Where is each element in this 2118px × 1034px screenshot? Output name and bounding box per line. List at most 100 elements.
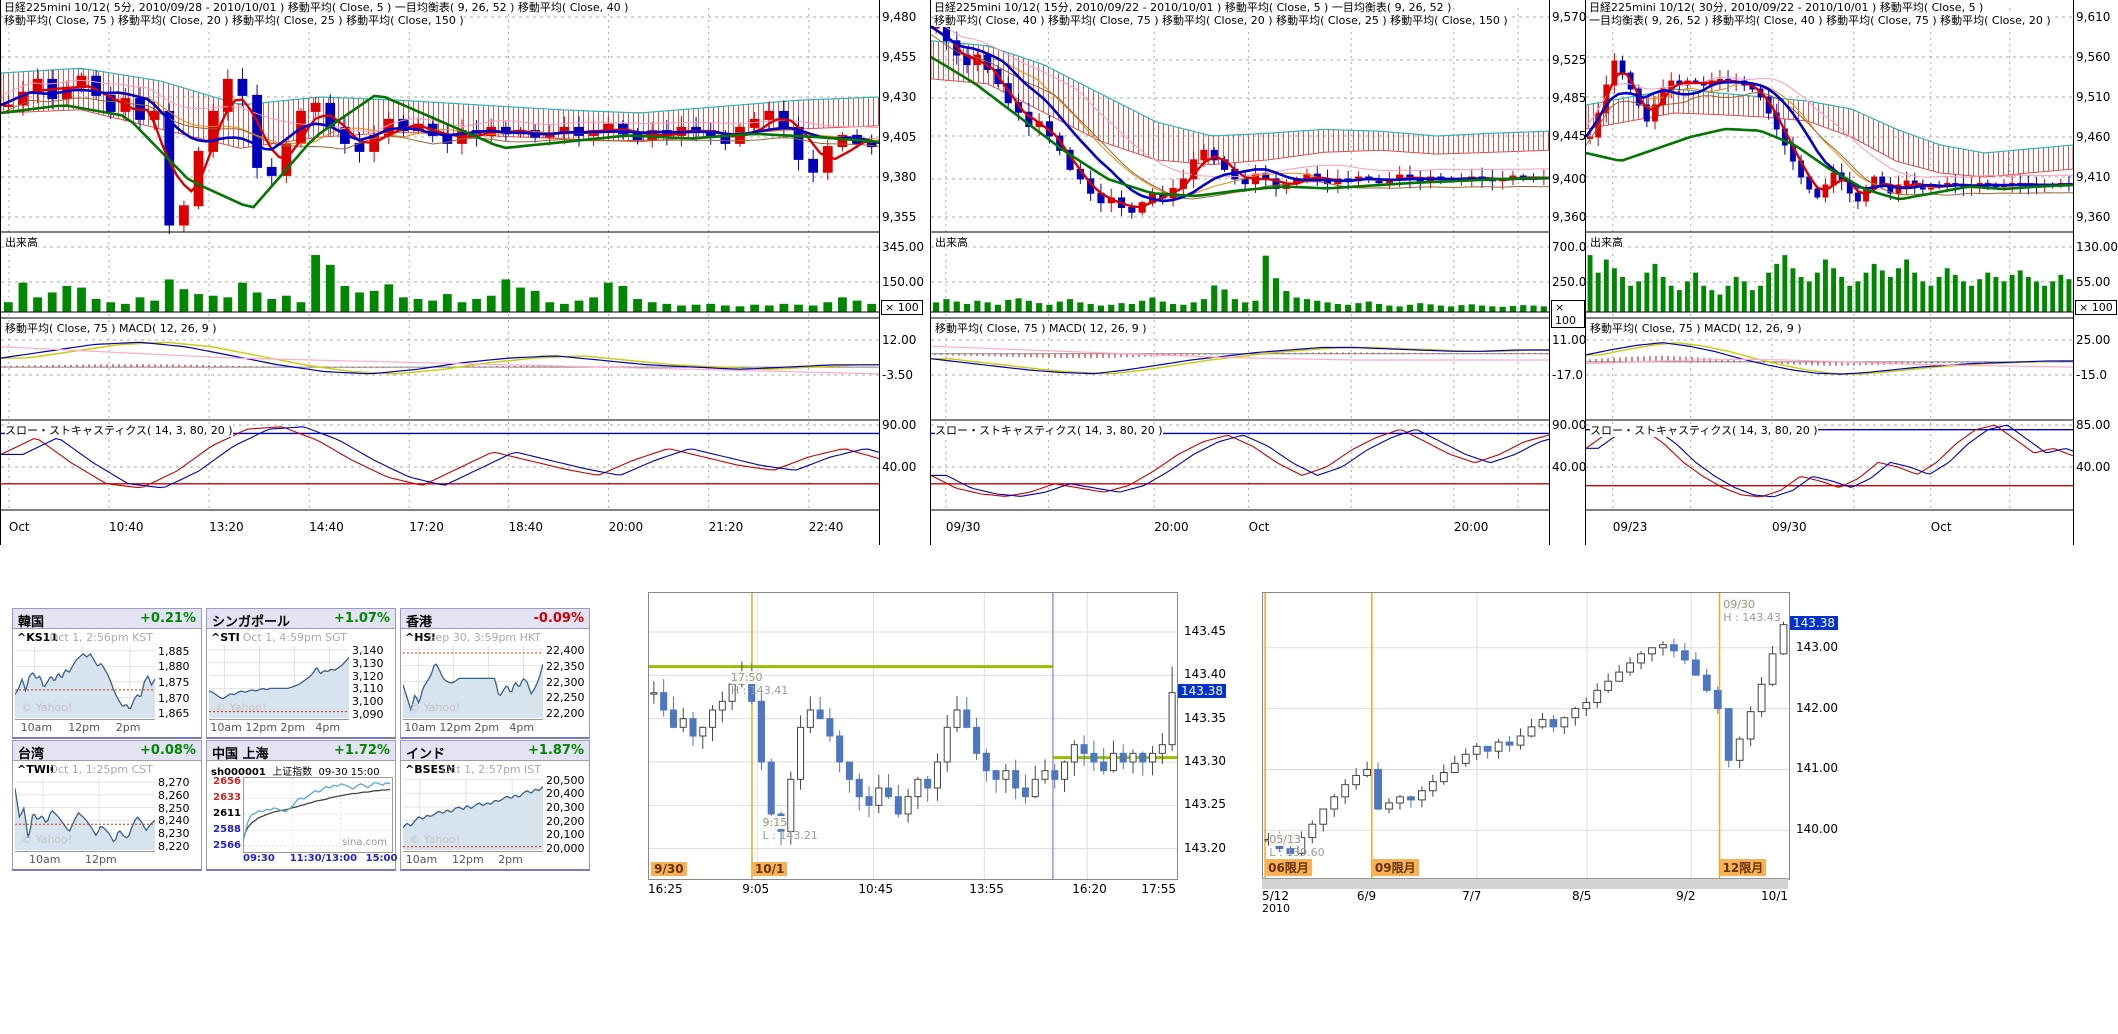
tech-panel-30min[interactable]: 日経225mini 10/12( 30分, 2010/09/22 - 2010/… xyxy=(1585,0,2118,545)
nikkei-5min-chart[interactable] xyxy=(1,0,879,545)
market-widget-india[interactable]: インド +1.87% ^BSESN Oct 1, 2:57pm IST 20,5… xyxy=(400,740,590,871)
volume-tick: 150.00 xyxy=(882,275,924,289)
time-label: 20:00 xyxy=(1154,520,1189,534)
macd-panel-title: 移動平均( Close, 75 ) MACD( 12, 26, 9 ) xyxy=(5,320,217,336)
yahoo-watermark: © Yahoo! xyxy=(21,701,72,714)
x-tick: 2pm xyxy=(498,853,523,866)
chart-indicators: 移動平均( Close, 75 ) 移動平均( Close, 20 ) 移動平均… xyxy=(4,14,464,27)
x-axis-labels: 10am12pm2pm xyxy=(403,851,543,868)
y-tick: 1,885 xyxy=(158,645,190,658)
x-tick: 4pm xyxy=(509,721,534,734)
y-tick: 22,200 xyxy=(546,707,585,720)
y-tick: 1,870 xyxy=(158,692,190,705)
time-label: 13:55 xyxy=(969,882,1004,896)
time-label: Oct xyxy=(1249,520,1270,534)
stoch-panel-title: スロー・ストキャスティクス( 14, 3, 80, 20 ) xyxy=(5,422,233,438)
market-widget-hongkong[interactable]: 香港 -0.09% ^HSI Sep 30, 3:59pm HKT 22,400… xyxy=(400,608,590,739)
ticker-symbol: ^STI xyxy=(211,631,240,644)
time-axis: 16:259:0510:4513:5516:2017:55 xyxy=(648,882,1176,900)
session-box: 06限月 xyxy=(1265,859,1312,876)
volume-multiplier-badge: × 100 xyxy=(881,300,923,315)
yahoo-watermark: © Yahoo! xyxy=(409,701,460,714)
time-label: 09/30 xyxy=(946,520,981,534)
market-widget-korea[interactable]: 韓国 +0.21% ^KS11 Oct 1, 2:56pm KST 1,8851… xyxy=(12,608,202,739)
y-tick: 3,110 xyxy=(352,682,384,695)
yahoo-watermark: © Yahoo! xyxy=(409,833,460,846)
y-tick: 20,200 xyxy=(546,815,585,828)
time-label: 9/2 xyxy=(1676,889,1695,903)
price-tick: 143.00 xyxy=(1796,640,1838,654)
stoch-tick: 40.00 xyxy=(1552,460,1586,474)
tech-panel-5min[interactable]: 日経225mini 10/12( 5分, 2010/09/28 - 2010/1… xyxy=(0,0,930,545)
time-label: 5/12 xyxy=(1262,889,1289,903)
widget-header: 香港 -0.09% xyxy=(401,609,589,629)
time-label: 18:40 xyxy=(508,520,543,534)
price-tick: 9,405 xyxy=(882,130,916,144)
market-widget-shanghai[interactable]: 中国 上海 +1.72% sh000001 上证指数 09-30 15:00 2… xyxy=(206,740,396,871)
quote-time: Oct 1, 1:25pm CST xyxy=(49,763,153,776)
y-tick: 20,300 xyxy=(546,801,585,814)
daily-candles[interactable] xyxy=(1263,593,1789,879)
macd-tick: 12.00 xyxy=(882,333,916,347)
nikkei-30min-chart[interactable] xyxy=(1586,0,2073,545)
change-percent: +1.72% xyxy=(334,743,390,758)
price-tick: 142.00 xyxy=(1796,701,1838,715)
macd-tick: 11.00 xyxy=(1552,333,1586,347)
price-tick: 143.35 xyxy=(1184,711,1226,725)
widget-header: インド +1.87% xyxy=(401,741,589,761)
futures-intraday-chart[interactable]: 17:50H : 143.419:15L : 143.219/3010/1 14… xyxy=(642,590,1187,910)
y-axis-labels: 8,2708,2608,2508,2408,2308,220 xyxy=(156,774,201,854)
y-tick: 2588 xyxy=(213,824,241,835)
macd-tick: -15.0 xyxy=(2076,368,2107,382)
volume-tick: 700.0 xyxy=(1552,240,1586,254)
nikkei-15min-chart[interactable] xyxy=(931,0,1549,545)
price-tick: 143.30 xyxy=(1184,754,1226,768)
time-label: Oct xyxy=(1931,520,1952,534)
widget-header: シンガポール +1.07% xyxy=(207,609,395,629)
time-label: Oct xyxy=(9,520,30,534)
tech-panel-15min[interactable]: 日経225mini 10/12( 15分, 2010/09/22 - 2010/… xyxy=(930,0,1585,545)
y-tick: 22,400 xyxy=(546,644,585,657)
session-box: 09限月 xyxy=(1372,859,1419,876)
time-label: 7/7 xyxy=(1462,889,1481,903)
y-axis-labels: 20,50020,40020,30020,20020,10020,000 xyxy=(544,774,589,854)
price-tick: 143.45 xyxy=(1184,624,1226,638)
change-percent: -0.09% xyxy=(534,611,585,626)
intraday-candles[interactable] xyxy=(649,593,1177,879)
x-tick: 2pm xyxy=(280,721,305,734)
x-tick: 12pm xyxy=(68,721,100,734)
yahoo-watermark: © Yahoo! xyxy=(21,833,72,846)
time-label: 20:00 xyxy=(1454,520,1489,534)
x-tick: 09:30 xyxy=(243,853,275,864)
x-tick: 4pm xyxy=(315,721,340,734)
y-tick: 8,250 xyxy=(158,802,190,815)
market-widget-singapore[interactable]: シンガポール +1.07% ^STI Oct 1, 4:59pm SGT 3,1… xyxy=(206,608,396,739)
last-price-badge: 143.38 xyxy=(1178,684,1226,698)
price-tick: 9,380 xyxy=(882,170,916,184)
market-widget-taiwan[interactable]: 台湾 +0.08% ^TWII Oct 1, 1:25pm CST 8,2708… xyxy=(12,740,202,871)
quote-time: Sep 30, 3:59pm HKT xyxy=(429,631,541,644)
time-label: 14:40 xyxy=(309,520,344,534)
price-axis: 9,4809,4559,4309,4059,3809,355345.00150.… xyxy=(879,0,930,545)
time-label: 6/9 xyxy=(1357,889,1376,903)
price-axis: 143.45143.40143.35143.30143.25143.20143.… xyxy=(1178,592,1226,878)
time-axis: 09/30 20:00 Oct 20:00 xyxy=(931,514,1549,544)
market-name: 中国 上海 xyxy=(212,743,269,762)
futures-daily-chart[interactable]: 09/30H : 143.4305/13L : 139.6006限月09限月12… xyxy=(1256,588,1818,910)
y-tick: 22,350 xyxy=(546,660,585,673)
y-axis-labels: 22,40022,35022,30022,25022,200 xyxy=(544,642,589,722)
market-name: 台湾 xyxy=(18,743,44,762)
time-label: 09/23 xyxy=(1613,520,1648,534)
time-label: 8/5 xyxy=(1572,889,1591,903)
volume-multiplier-badge: × 100 xyxy=(1551,300,1585,328)
axis-scrollbar[interactable] xyxy=(1262,878,1788,889)
y-tick: 22,250 xyxy=(546,691,585,704)
y-tick: 8,240 xyxy=(158,814,190,827)
time-axis: Oct10:4013:2014:4017:2018:4020:0021:2022… xyxy=(1,514,879,544)
price-tick: 9,445 xyxy=(1552,129,1586,143)
y-tick: 2566 xyxy=(213,840,241,851)
x-tick: 10am xyxy=(210,721,241,734)
x-axis-labels: 10am12pm xyxy=(15,851,155,868)
price-tick: 9,400 xyxy=(1552,172,1586,186)
y-tick: 20,400 xyxy=(546,787,585,800)
